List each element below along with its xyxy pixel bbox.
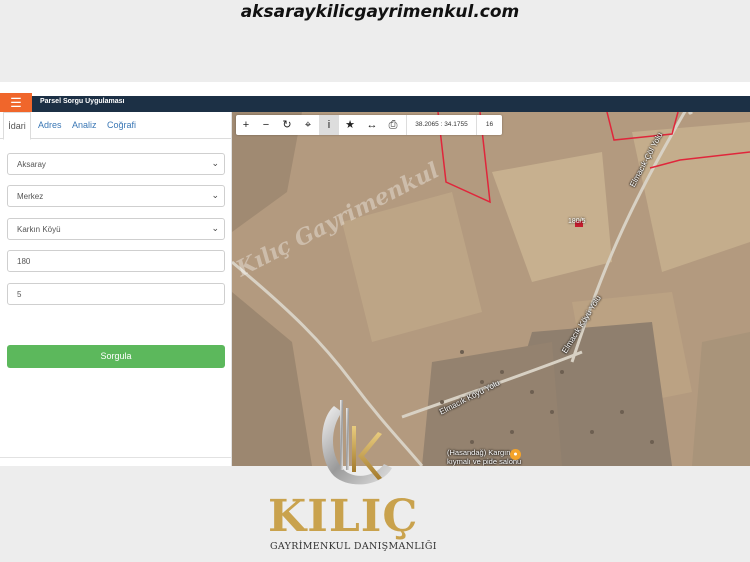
favorite-icon[interactable]: ★ bbox=[340, 115, 360, 135]
refresh-icon[interactable]: ↻ bbox=[277, 115, 297, 135]
province-value: Aksaray bbox=[17, 160, 46, 169]
parcel-label: 180/5 bbox=[568, 218, 586, 225]
app-title: Parsel Sorgu Uygulaması bbox=[40, 98, 125, 105]
zoom-out-icon[interactable]: − bbox=[256, 115, 276, 135]
tab-adres[interactable]: Adres bbox=[38, 120, 62, 130]
chevron-down-icon: ⌄ bbox=[211, 158, 219, 168]
zoom-in-icon[interactable]: + bbox=[236, 115, 256, 135]
website-watermark: aksaraykilicgayrimenkul.com bbox=[240, 2, 520, 22]
tab-cografi[interactable]: Coğrafi bbox=[107, 120, 136, 130]
sidebar-divider bbox=[0, 457, 231, 458]
query-sidebar: İdari Adres Analiz Coğrafi Aksaray ⌄ Mer… bbox=[0, 112, 232, 466]
neighborhood-value: Karkın Köyü bbox=[17, 225, 61, 234]
restaurant-pin-icon[interactable]: ● bbox=[510, 449, 521, 460]
brand-subtitle: GAYRİMENKUL DANIŞMANLIĞI bbox=[270, 541, 437, 552]
kilic-logo-icon bbox=[322, 400, 392, 485]
map-toolbar: + − ↻ ⌖ i ★ ↔ ⎙ 38.2065 : 34.1755 16 bbox=[236, 115, 502, 135]
tab-analiz[interactable]: Analiz bbox=[72, 120, 97, 130]
locate-icon[interactable]: ⌖ bbox=[298, 115, 318, 135]
zoom-level: 16 bbox=[476, 115, 502, 135]
map-imagery bbox=[232, 112, 750, 466]
block-input[interactable]: 180 bbox=[7, 250, 225, 272]
district-select[interactable]: Merkez ⌄ bbox=[7, 185, 225, 207]
parcel-input[interactable]: 5 bbox=[7, 283, 225, 305]
print-icon[interactable]: ⎙ bbox=[383, 115, 403, 135]
measure-icon[interactable]: ↔ bbox=[362, 115, 382, 135]
info-icon[interactable]: i bbox=[319, 115, 339, 135]
top-bar: ☰ Parsel Sorgu Uygulaması bbox=[0, 93, 750, 118]
query-button[interactable]: Sorgula bbox=[7, 345, 225, 368]
satellite-map[interactable]: + − ↻ ⌖ i ★ ↔ ⎙ 38.2065 : 34.1755 16 Kıl… bbox=[232, 112, 750, 466]
district-value: Merkez bbox=[17, 192, 44, 201]
neighborhood-select[interactable]: Karkın Köyü ⌄ bbox=[7, 218, 225, 240]
chevron-down-icon: ⌄ bbox=[211, 190, 219, 200]
province-select[interactable]: Aksaray ⌄ bbox=[7, 153, 225, 175]
tab-idari[interactable]: İdari bbox=[3, 112, 31, 140]
chevron-down-icon: ⌄ bbox=[211, 223, 219, 233]
coordinate-readout: 38.2065 : 34.1755 bbox=[406, 115, 476, 135]
brand-name: KILIÇ bbox=[268, 491, 419, 542]
query-tabs: İdari Adres Analiz Coğrafi bbox=[0, 112, 231, 140]
